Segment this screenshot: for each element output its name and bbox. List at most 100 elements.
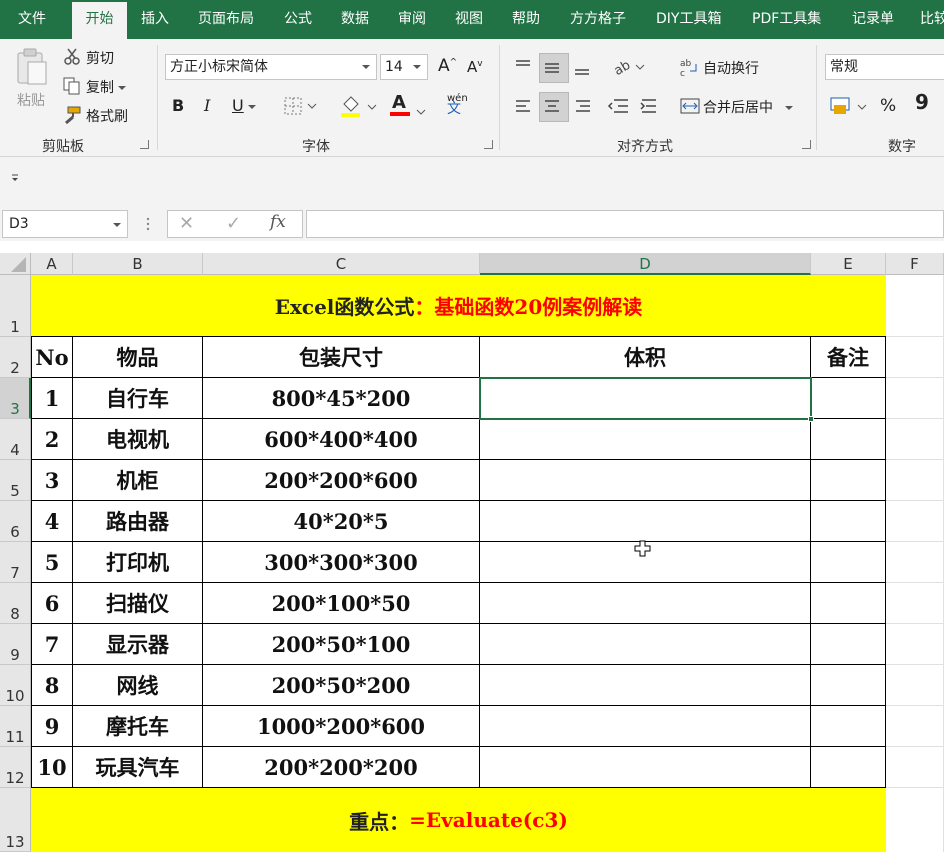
cell-item[interactable]: 网线	[73, 665, 203, 706]
confirm-entry-button[interactable]: ✓	[226, 213, 241, 234]
cell-no[interactable]: 9	[32, 706, 73, 747]
wrap-text-button[interactable]: 自动换行	[703, 58, 759, 78]
cell-no[interactable]: 6	[32, 583, 73, 624]
column-header-b[interactable]: B	[73, 253, 203, 275]
comma-style-button[interactable]: 9	[915, 90, 929, 114]
number-format-combo[interactable]: 常规	[825, 54, 944, 80]
cell-remarks[interactable]	[811, 501, 886, 542]
sheet-footer-note[interactable]: 重点： =Evaluate(c3)	[31, 788, 886, 852]
cell-size[interactable]: 40*20*5	[203, 501, 480, 542]
fill-color-icon[interactable]	[340, 94, 380, 118]
merge-center-button[interactable]: 合并后居中	[703, 97, 793, 117]
row-header-11[interactable]: 11	[0, 706, 31, 747]
cell-item[interactable]: 扫描仪	[73, 583, 203, 624]
tab-diy-toolbox[interactable]: DIY工具箱	[656, 0, 721, 39]
accounting-format-icon[interactable]	[830, 95, 870, 117]
cell-item[interactable]: 玩具汽车	[73, 747, 203, 788]
row-header-3[interactable]: 3	[0, 378, 31, 419]
cell-volume[interactable]	[480, 460, 811, 501]
cell-remarks[interactable]	[811, 583, 886, 624]
cell-volume[interactable]	[480, 419, 811, 460]
customize-qat-icon[interactable]	[10, 172, 20, 182]
font-name-combo[interactable]: 方正小标宋简体	[165, 54, 377, 80]
row-header-2[interactable]: 2	[0, 337, 31, 378]
cell-no[interactable]: 8	[32, 665, 73, 706]
cell-size[interactable]: 200*50*100	[203, 624, 480, 665]
paste-label[interactable]: 粘贴	[17, 90, 45, 110]
cell-item[interactable]: 机柜	[73, 460, 203, 501]
alignment-launcher-icon[interactable]	[802, 140, 811, 149]
tab-record-form[interactable]: 记录单	[852, 0, 894, 39]
cell-remarks[interactable]	[811, 665, 886, 706]
select-all-button[interactable]	[0, 253, 31, 275]
row-header-12[interactable]: 12	[0, 747, 31, 788]
cell-no[interactable]: 7	[32, 624, 73, 665]
cell-volume[interactable]	[480, 747, 811, 788]
cancel-entry-button[interactable]: ✕	[179, 213, 194, 234]
decrease-font-button[interactable]: Av	[467, 58, 483, 76]
cell-volume[interactable]	[480, 665, 811, 706]
row-header-6[interactable]: 6	[0, 501, 31, 542]
tab-home[interactable]: 开始	[72, 2, 127, 39]
row-header-4[interactable]: 4	[0, 419, 31, 460]
header-package-size[interactable]: 包装尺寸	[203, 337, 480, 378]
cell-size[interactable]: 600*400*400	[203, 419, 480, 460]
cell-no[interactable]: 3	[32, 460, 73, 501]
cell-size[interactable]: 200*100*50	[203, 583, 480, 624]
cell-remarks[interactable]	[811, 419, 886, 460]
cell-size[interactable]: 200*50*200	[203, 665, 480, 706]
row-header-1[interactable]: 1	[0, 275, 31, 337]
horizontal-align-icons[interactable]	[514, 97, 659, 117]
row-header-7[interactable]: 7	[0, 542, 31, 583]
bold-button[interactable]: B	[172, 96, 184, 115]
tab-pdf-tools[interactable]: PDF工具集	[752, 0, 821, 39]
cell-remarks[interactable]	[811, 624, 886, 665]
format-painter-button[interactable]: 格式刷	[86, 106, 128, 126]
paste-icon[interactable]	[15, 48, 49, 88]
cell-remarks[interactable]	[811, 378, 886, 419]
row-header-9[interactable]: 9	[0, 624, 31, 665]
column-header-e[interactable]: E	[811, 253, 886, 275]
row-header-10[interactable]: 10	[0, 665, 31, 706]
cell-item[interactable]: 打印机	[73, 542, 203, 583]
tab-view[interactable]: 视图	[455, 0, 483, 39]
cell-size[interactable]: 800*45*200	[203, 378, 480, 419]
cell-no[interactable]: 10	[32, 747, 73, 788]
row-header-8[interactable]: 8	[0, 583, 31, 624]
cell-size[interactable]: 200*200*600	[203, 460, 480, 501]
orientation-icon[interactable]: ab	[612, 56, 646, 79]
cell-remarks[interactable]	[811, 460, 886, 501]
cell-size[interactable]: 300*300*300	[203, 542, 480, 583]
tab-fangfang[interactable]: 方方格子	[570, 0, 626, 39]
cell-no[interactable]: 5	[32, 542, 73, 583]
cell-volume[interactable]	[480, 583, 811, 624]
column-header-d[interactable]: D	[480, 253, 811, 275]
column-header-f[interactable]: F	[886, 253, 944, 275]
tab-compare[interactable]: 比较	[920, 0, 944, 39]
tab-review[interactable]: 审阅	[398, 0, 426, 39]
cell-no[interactable]: 2	[32, 419, 73, 460]
row-header-13[interactable]: 13	[0, 788, 31, 852]
header-item[interactable]: 物品	[73, 337, 203, 378]
phonetic-button[interactable]: wén 文	[447, 94, 468, 117]
header-remarks[interactable]: 备注	[811, 337, 886, 378]
tab-file[interactable]: 文件	[18, 0, 46, 39]
borders-icon[interactable]	[284, 97, 318, 115]
cell-volume[interactable]	[480, 706, 811, 747]
cell-no[interactable]: 1	[32, 378, 73, 419]
cell-volume[interactable]	[480, 501, 811, 542]
row-header-5[interactable]: 5	[0, 460, 31, 501]
cell-volume[interactable]	[480, 624, 811, 665]
formula-input[interactable]	[306, 210, 944, 238]
tab-help[interactable]: 帮助	[512, 0, 540, 39]
copy-button[interactable]: 复制	[86, 77, 126, 97]
tab-data[interactable]: 数据	[341, 0, 369, 39]
cell-remarks[interactable]	[811, 706, 886, 747]
name-box[interactable]: D3	[2, 210, 128, 238]
header-no[interactable]: No	[32, 337, 73, 378]
cell-size[interactable]: 1000*200*600	[203, 706, 480, 747]
header-volume[interactable]: 体积	[480, 337, 811, 378]
fill-handle[interactable]	[808, 416, 814, 422]
column-header-c[interactable]: C	[203, 253, 480, 275]
cell-remarks[interactable]	[811, 542, 886, 583]
